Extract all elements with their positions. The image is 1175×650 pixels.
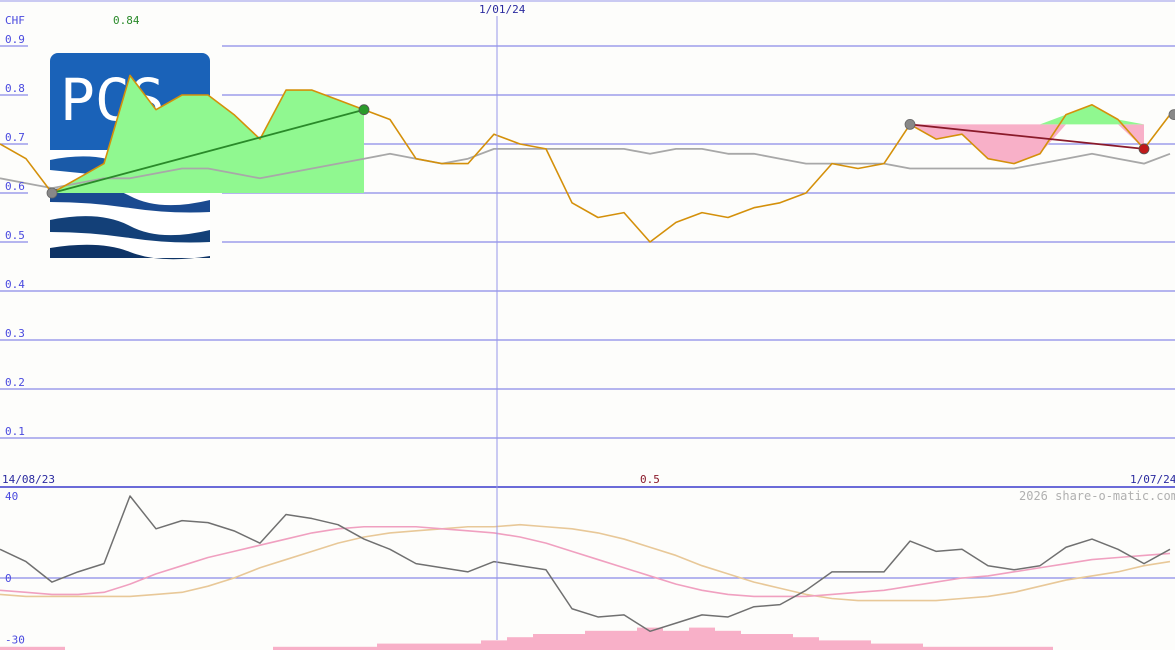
- trend-start-marker: [904, 119, 916, 130]
- volume-bar: [481, 640, 507, 650]
- price-tick-label: 0.3: [5, 327, 25, 340]
- oscillator-panel: 14/08/23 1/07/24 0.5 2026 share-o-matic.…: [0, 473, 1175, 650]
- end-date-label: 1/07/24: [1130, 473, 1175, 486]
- volume-bar: [845, 640, 871, 650]
- stock-chart: PCS 0.10.20.30.40.50.60.70.80.9 CHF 0.84…: [0, 0, 1175, 650]
- signal-line: [0, 525, 1171, 598]
- price-tick-label: 0.6: [5, 180, 25, 193]
- volume-bar: [585, 630, 611, 650]
- volume-bar: [377, 643, 403, 650]
- price-axis-labels: 0.1 0.2 0.3 0.4 0.5 0.6 0.7 0.8 0.9: [5, 33, 25, 438]
- trend-end-marker: [358, 104, 370, 116]
- start-date-label: 14/08/23: [2, 473, 55, 486]
- price-tick-label: 0.1: [5, 425, 25, 438]
- volume-bar: [741, 634, 767, 650]
- oscillator-tick-label: 40: [5, 490, 18, 503]
- price-tick-label: 0.7: [5, 131, 25, 144]
- mid-date-label: 1/01/24: [479, 3, 526, 16]
- oscillator-lines: [0, 495, 1171, 633]
- oscillator-tick-label: 0: [5, 572, 12, 585]
- oscillator-axis-labels: 40 0 -30: [5, 490, 25, 647]
- volume-bar: [819, 640, 845, 650]
- volume-bars: [0, 627, 1053, 650]
- volume-bar: [533, 634, 559, 650]
- watermark: 2026 share-o-matic.com: [1019, 489, 1175, 503]
- volume-bar: [455, 643, 481, 650]
- price-tick-label: 0.9: [5, 33, 25, 46]
- price-tick-label: 0.8: [5, 82, 25, 95]
- oscillator-mid-label: 0.5: [640, 473, 660, 486]
- oscillator-line: [0, 495, 1171, 633]
- gain-loss-fills: [52, 75, 1144, 193]
- volume-bar: [429, 643, 455, 650]
- last-price-marker: [1168, 109, 1175, 120]
- price-tick-label: 0.2: [5, 376, 25, 389]
- price-panel: PCS 0.10.20.30.40.50.60.70.80.9 CHF 0.84…: [0, 0, 1175, 439]
- slow-line: [0, 523, 1171, 602]
- volume-bar: [611, 630, 637, 650]
- price-tick-label: 0.5: [5, 229, 25, 242]
- oscillator-tick-label: -30: [5, 634, 25, 647]
- currency-label: CHF: [5, 14, 25, 27]
- volume-bar: [507, 637, 533, 650]
- trend-end-marker: [1138, 143, 1150, 155]
- volume-bar: [897, 643, 923, 650]
- volume-bar: [871, 643, 897, 650]
- trend-start-marker: [46, 187, 58, 199]
- top-value-label: 0.84: [113, 14, 140, 27]
- volume-bar: [559, 634, 585, 650]
- volume-bar: [793, 637, 819, 650]
- price-tick-label: 0.4: [5, 278, 25, 291]
- volume-bar: [663, 630, 689, 650]
- volume-bar: [403, 643, 429, 650]
- volume-bar: [767, 634, 793, 650]
- volume-bar: [689, 627, 715, 650]
- volume-bar: [715, 630, 741, 650]
